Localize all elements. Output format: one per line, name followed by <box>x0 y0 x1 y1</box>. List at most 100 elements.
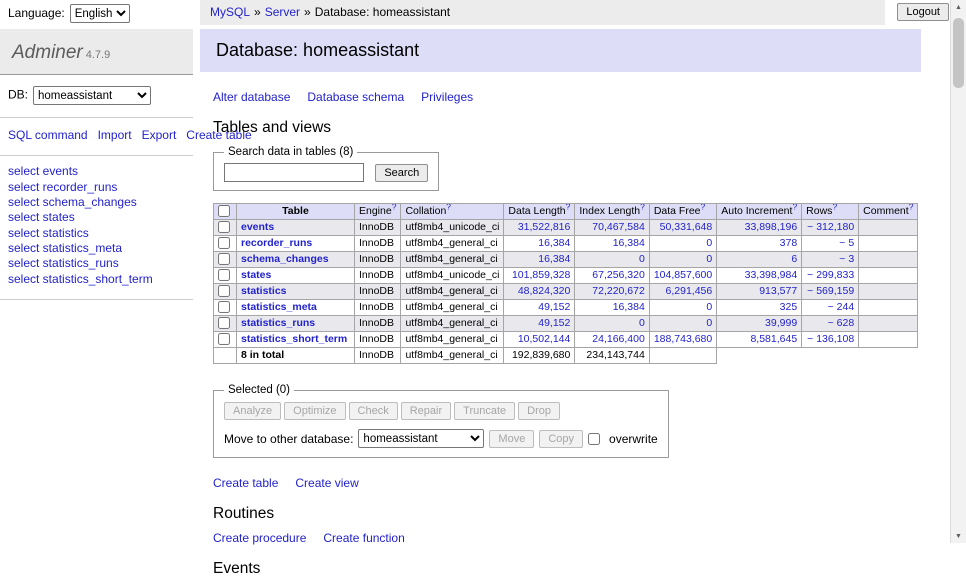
data-length-link[interactable]: 16,384 <box>538 237 570 249</box>
sidebar-action-link[interactable]: SQL command <box>8 128 88 142</box>
overwrite-label[interactable]: overwrite <box>609 432 658 446</box>
vertical-scrollbar[interactable]: ▲ ▼ <box>950 0 966 543</box>
row-select-checkbox[interactable] <box>218 237 230 249</box>
index-length-link[interactable]: 0 <box>639 317 645 329</box>
sidebar-table-link[interactable]: select schema_changes <box>8 195 185 210</box>
table-name-link[interactable]: states <box>241 269 271 281</box>
rows-link[interactable]: ~ 299,833 <box>807 269 854 281</box>
truncate-button[interactable]: Truncate <box>454 402 515 420</box>
logout-button[interactable]: Logout <box>897 3 949 21</box>
table-name-link[interactable]: statistics_short_term <box>241 333 347 345</box>
db-action-link[interactable]: Privileges <box>421 90 473 104</box>
sidebar-table-link[interactable]: select statistics <box>8 226 185 241</box>
sidebar-action-link[interactable]: Export <box>142 128 177 142</box>
rows-link[interactable]: ~ 5 <box>839 237 854 249</box>
table-name-link[interactable]: events <box>241 221 274 233</box>
create-link[interactable]: Create table <box>213 476 278 490</box>
overwrite-checkbox[interactable] <box>588 433 600 445</box>
db-action-link[interactable]: Alter database <box>213 90 290 104</box>
index-length-link[interactable]: 16,384 <box>613 237 645 249</box>
row-select-checkbox[interactable] <box>218 333 230 345</box>
data-length-link[interactable]: 31,522,816 <box>518 221 571 233</box>
column-help-link[interactable]: ? <box>701 204 706 212</box>
auto-increment-link[interactable]: 8,581,645 <box>750 333 797 345</box>
rows-link[interactable]: ~ 628 <box>828 317 855 329</box>
data-free-link[interactable]: 0 <box>706 301 712 313</box>
data-free-link[interactable]: 104,857,600 <box>654 269 712 281</box>
data-free-link[interactable]: 0 <box>706 253 712 265</box>
move-db-select[interactable]: homeassistant <box>358 429 484 448</box>
scroll-up-icon[interactable]: ▲ <box>951 0 966 14</box>
column-help-link[interactable]: ? <box>640 204 645 212</box>
breadcrumb-link-server[interactable]: Server <box>265 5 300 19</box>
table-name-link[interactable]: recorder_runs <box>241 237 312 249</box>
column-help-link[interactable]: ? <box>792 204 797 212</box>
scroll-down-icon[interactable]: ▼ <box>951 529 966 543</box>
table-name-link[interactable]: statistics <box>241 285 287 297</box>
row-select-checkbox[interactable] <box>218 221 230 233</box>
optimize-button[interactable]: Optimize <box>284 402 345 420</box>
rows-link[interactable]: ~ 3 <box>839 253 854 265</box>
rows-link[interactable]: ~ 569,159 <box>807 285 854 297</box>
rows-link[interactable]: ~ 312,180 <box>807 221 854 233</box>
row-select-checkbox[interactable] <box>218 301 230 313</box>
sidebar-table-link[interactable]: select events <box>8 164 185 179</box>
auto-increment-link[interactable]: 39,999 <box>765 317 797 329</box>
create-link[interactable]: Create view <box>295 476 358 490</box>
row-select-checkbox[interactable] <box>218 253 230 265</box>
table-name-link[interactable]: statistics_meta <box>241 301 317 313</box>
data-free-link[interactable]: 6,291,456 <box>666 285 713 297</box>
sidebar-action-link[interactable]: Import <box>98 128 132 142</box>
column-help-link[interactable]: ? <box>909 204 914 212</box>
auto-increment-link[interactable]: 6 <box>791 253 797 265</box>
rows-link[interactable]: ~ 136,108 <box>807 333 854 345</box>
sidebar-table-link[interactable]: select states <box>8 210 185 225</box>
index-length-link[interactable]: 72,220,672 <box>592 285 645 297</box>
data-length-link[interactable]: 48,824,320 <box>518 285 571 297</box>
data-length-link[interactable]: 49,152 <box>538 317 570 329</box>
breadcrumb-link-mysql[interactable]: MySQL <box>210 5 250 19</box>
search-input[interactable] <box>224 163 364 182</box>
data-free-link[interactable]: 50,331,648 <box>660 221 713 233</box>
drop-button[interactable]: Drop <box>518 402 560 420</box>
index-length-link[interactable]: 70,467,584 <box>592 221 645 233</box>
db-action-link[interactable]: Database schema <box>307 90 404 104</box>
data-length-link[interactable]: 101,859,328 <box>512 269 570 281</box>
sidebar-table-link[interactable]: select statistics_meta <box>8 241 185 256</box>
row-select-checkbox[interactable] <box>218 285 230 297</box>
move-button[interactable]: Move <box>489 430 534 448</box>
table-name-link[interactable]: schema_changes <box>241 253 329 265</box>
index-length-link[interactable]: 0 <box>639 253 645 265</box>
data-length-link[interactable]: 16,384 <box>538 253 570 265</box>
index-length-link[interactable]: 16,384 <box>613 301 645 313</box>
index-length-link[interactable]: 24,166,400 <box>592 333 645 345</box>
auto-increment-link[interactable]: 378 <box>780 237 798 249</box>
select-all-checkbox[interactable] <box>218 205 230 217</box>
table-name-link[interactable]: statistics_runs <box>241 317 315 329</box>
db-select[interactable]: homeassistant <box>33 86 151 105</box>
search-button[interactable]: Search <box>375 164 428 182</box>
data-free-link[interactable]: 188,743,680 <box>654 333 712 345</box>
repair-button[interactable]: Repair <box>401 402 451 420</box>
auto-increment-link[interactable]: 33,398,984 <box>745 269 798 281</box>
copy-button[interactable]: Copy <box>539 430 583 448</box>
data-free-link[interactable]: 0 <box>706 237 712 249</box>
language-select[interactable]: English <box>70 4 130 23</box>
auto-increment-link[interactable]: 33,898,196 <box>745 221 798 233</box>
sidebar-table-link[interactable]: select statistics_runs <box>8 256 185 271</box>
row-select-checkbox[interactable] <box>218 269 230 281</box>
rows-link[interactable]: ~ 244 <box>828 301 855 313</box>
data-length-link[interactable]: 49,152 <box>538 301 570 313</box>
sidebar-table-link[interactable]: select recorder_runs <box>8 180 185 195</box>
index-length-link[interactable]: 67,256,320 <box>592 269 645 281</box>
column-help-link[interactable]: ? <box>446 204 451 212</box>
column-help-link[interactable]: ? <box>566 204 571 212</box>
column-help-link[interactable]: ? <box>832 204 837 212</box>
data-length-link[interactable]: 10,502,144 <box>518 333 571 345</box>
data-free-link[interactable]: 0 <box>706 317 712 329</box>
analyze-button[interactable]: Analyze <box>224 402 281 420</box>
check-button[interactable]: Check <box>349 402 398 420</box>
scrollbar-thumb[interactable] <box>953 18 964 88</box>
sidebar-table-link[interactable]: select statistics_short_term <box>8 272 185 287</box>
auto-increment-link[interactable]: 325 <box>780 301 798 313</box>
